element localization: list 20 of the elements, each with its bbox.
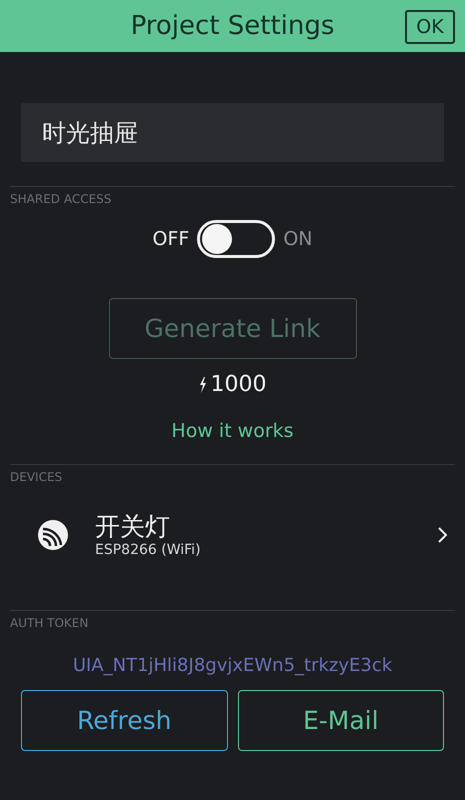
lightning-icon [198,376,206,392]
how-it-works-link[interactable]: How it works [171,420,294,442]
device-model: ESP8266 (WiFi) [95,542,202,558]
device-row[interactable]: 开关灯 ESP8266 (WiFi) [0,504,465,566]
auth-token: UIA_NT1jHli8J8gvjxEWn5_trkzyE3ck [72,655,392,676]
section-heading: SHARED ACCESS [10,192,112,206]
device-name: 开关灯 [95,512,171,542]
project-name-field[interactable]: 时光抽屉 [21,103,444,162]
off-label: OFF [152,228,190,250]
email-button[interactable]: E-Mail [238,690,444,751]
chevron-right-icon [438,527,447,543]
page-title: Project Settings [130,11,334,41]
on-label: ON [283,228,312,250]
refresh-button[interactable]: Refresh [21,690,228,751]
ok-button[interactable]: OK [405,10,455,44]
section-heading: DEVICES [10,470,64,484]
energy-balance: 1000 [210,372,266,397]
section-heading: AUTH TOKEN [10,616,90,630]
shared-access-toggle[interactable] [197,220,276,258]
wifi-chip-icon [37,519,69,551]
